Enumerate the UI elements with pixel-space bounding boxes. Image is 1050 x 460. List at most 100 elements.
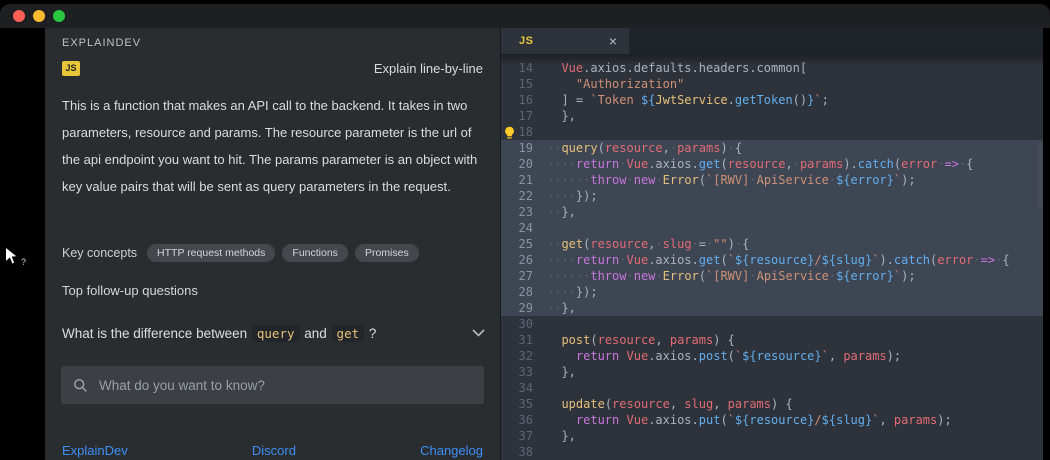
line-number[interactable]: 33	[507, 364, 533, 380]
line-number[interactable]: 32	[507, 348, 533, 364]
code-line[interactable]: 38	[501, 444, 1043, 460]
ask-input[interactable]	[97, 377, 472, 394]
code-line[interactable]: 17 },	[501, 108, 1043, 124]
explanation-text: This is a function that makes an API cal…	[62, 92, 487, 200]
screen: ? EXPLAINDEV JS Explain line-by-line Thi…	[0, 0, 1050, 460]
footer-link-explaindev[interactable]: ExplainDev	[62, 443, 128, 458]
followup-questions-label: Top follow-up questions	[62, 283, 198, 298]
code-line[interactable]: 29 ··},	[501, 300, 1043, 316]
code-text: ····});	[547, 284, 598, 300]
code-line[interactable]: 14 Vue.axios.defaults.headers.common[	[501, 60, 1043, 76]
code-line[interactable]: 33 },	[501, 364, 1043, 380]
followup-question[interactable]: What is the difference between query and…	[62, 318, 485, 348]
code-line[interactable]: 36 return Vue.axios.put(`${resource}/${s…	[501, 412, 1043, 428]
left-margin: ?	[0, 28, 45, 460]
panel-footer: ExplainDev Discord Changelog	[62, 443, 483, 458]
pointer-arrow-icon	[4, 246, 19, 266]
tab-js[interactable]: JS ×	[501, 28, 629, 54]
line-number[interactable]: 28	[507, 284, 533, 300]
key-concept-pill[interactable]: HTTP request methods	[147, 244, 275, 262]
footer-link-discord[interactable]: Discord	[252, 443, 296, 458]
lightbulb-icon[interactable]	[504, 126, 516, 140]
chevron-down-icon[interactable]	[472, 329, 485, 337]
code-text: ··},	[547, 300, 576, 316]
window-content: ? EXPLAINDEV JS Explain line-by-line Thi…	[0, 28, 1050, 460]
footer-link-changelog[interactable]: Changelog	[420, 443, 483, 458]
code-text: post(resource, params) {	[547, 332, 735, 348]
traffic-light-zoom[interactable]	[53, 10, 65, 22]
code-line[interactable]: 32 return Vue.axios.post(`${resource}`, …	[501, 348, 1043, 364]
traffic-light-minimize[interactable]	[33, 10, 45, 22]
ask-input-wrapper[interactable]	[61, 366, 484, 404]
code-text: ··get(resource,·slug·=·"")·{	[547, 236, 749, 252]
line-number[interactable]: 25	[507, 236, 533, 252]
line-number[interactable]: 38	[507, 444, 533, 460]
inline-code-get: get	[332, 325, 365, 342]
key-concepts-label: Key concepts	[62, 246, 137, 260]
line-number[interactable]: 17	[507, 108, 533, 124]
code-text: ] = `Token ${JwtService.getToken()}`;	[547, 92, 829, 108]
code-line[interactable]: 25 ··get(resource,·slug·=·"")·{	[501, 236, 1043, 252]
line-number[interactable]: 34	[507, 380, 533, 396]
line-number[interactable]: 31	[507, 332, 533, 348]
line-number[interactable]: 16	[507, 92, 533, 108]
close-icon[interactable]: ×	[609, 34, 617, 48]
line-number[interactable]: 23	[507, 204, 533, 220]
code-line[interactable]: 26····return·Vue.axios.get(`${resource}/…	[501, 252, 1043, 268]
code-text: },	[547, 364, 576, 380]
line-number[interactable]: 35	[507, 396, 533, 412]
code-text: },	[547, 108, 576, 124]
line-number[interactable]: 37	[507, 428, 533, 444]
code-line[interactable]: 37 },	[501, 428, 1043, 444]
code-text: update(resource, slug, params) {	[547, 396, 793, 412]
code-line[interactable]: 27······throw·new·Error(`[RWV]·ApiServic…	[501, 268, 1043, 284]
line-number[interactable]: 36	[507, 412, 533, 428]
code-line[interactable]: 31 post(resource, params) {	[501, 332, 1043, 348]
code-text: ····});	[547, 188, 598, 204]
window-titlebar	[0, 4, 1050, 28]
mouse-cursor: ?	[4, 246, 38, 274]
question-mid: and	[301, 326, 331, 341]
line-number[interactable]: 14	[507, 60, 533, 76]
line-number[interactable]: 26	[507, 252, 533, 268]
code-area[interactable]: 14 Vue.axios.defaults.headers.common[15 …	[501, 54, 1043, 460]
code-text: Vue.axios.defaults.headers.common[	[547, 60, 807, 76]
explain-mode-label[interactable]: Explain line-by-line	[374, 61, 483, 76]
code-line[interactable]: 20····return·Vue.axios.get(resource,·par…	[501, 156, 1043, 172]
line-number[interactable]: 21	[507, 172, 533, 188]
code-text: ······throw·new·Error(`[RWV]·ApiService·…	[547, 172, 916, 188]
code-line[interactable]: 22 ····});	[501, 188, 1043, 204]
code-line[interactable]: 15 "Authorization"	[501, 76, 1043, 92]
js-language-badge: JS	[62, 61, 80, 76]
code-line[interactable]: 19 ··query(resource,·params)·{	[501, 140, 1043, 156]
tab-label: JS	[519, 35, 533, 47]
question-text: What is the difference between query and…	[62, 326, 376, 341]
line-number[interactable]: 22	[507, 188, 533, 204]
line-number[interactable]: 30	[507, 316, 533, 332]
traffic-light-close[interactable]	[13, 10, 25, 22]
line-number[interactable]: 15	[507, 76, 533, 92]
key-concept-pill[interactable]: Promises	[355, 244, 419, 262]
scrollbar-thumb[interactable]	[1037, 142, 1043, 208]
code-line[interactable]: 28 ····});	[501, 284, 1043, 300]
code-line[interactable]: 30	[501, 316, 1043, 332]
explanation-header-row: JS Explain line-by-line	[62, 59, 483, 77]
code-line[interactable]: 18	[501, 124, 1043, 140]
key-concept-pill[interactable]: Functions	[282, 244, 348, 262]
code-line[interactable]: 34	[501, 380, 1043, 396]
line-number[interactable]: 19	[507, 140, 533, 156]
code-line[interactable]: 16 ] = `Token ${JwtService.getToken()}`;	[501, 92, 1043, 108]
line-number[interactable]: 20	[507, 156, 533, 172]
code-line[interactable]: 24	[501, 220, 1043, 236]
code-line[interactable]: 35 update(resource, slug, params) {	[501, 396, 1043, 412]
line-number[interactable]: 27	[507, 268, 533, 284]
panel-title: EXPLAINDEV	[62, 37, 141, 49]
tab-bar: JS ×	[501, 28, 1043, 54]
line-number[interactable]: 29	[507, 300, 533, 316]
code-line[interactable]: 23··},	[501, 204, 1043, 220]
code-text: ··query(resource,·params)·{	[547, 140, 742, 156]
question-suffix: ?	[365, 326, 376, 341]
code-text: return Vue.axios.post(`${resource}`, par…	[547, 348, 901, 364]
code-line[interactable]: 21 ······throw·new·Error(`[RWV]·ApiServic…	[501, 172, 1043, 188]
line-number[interactable]: 24	[507, 220, 533, 236]
